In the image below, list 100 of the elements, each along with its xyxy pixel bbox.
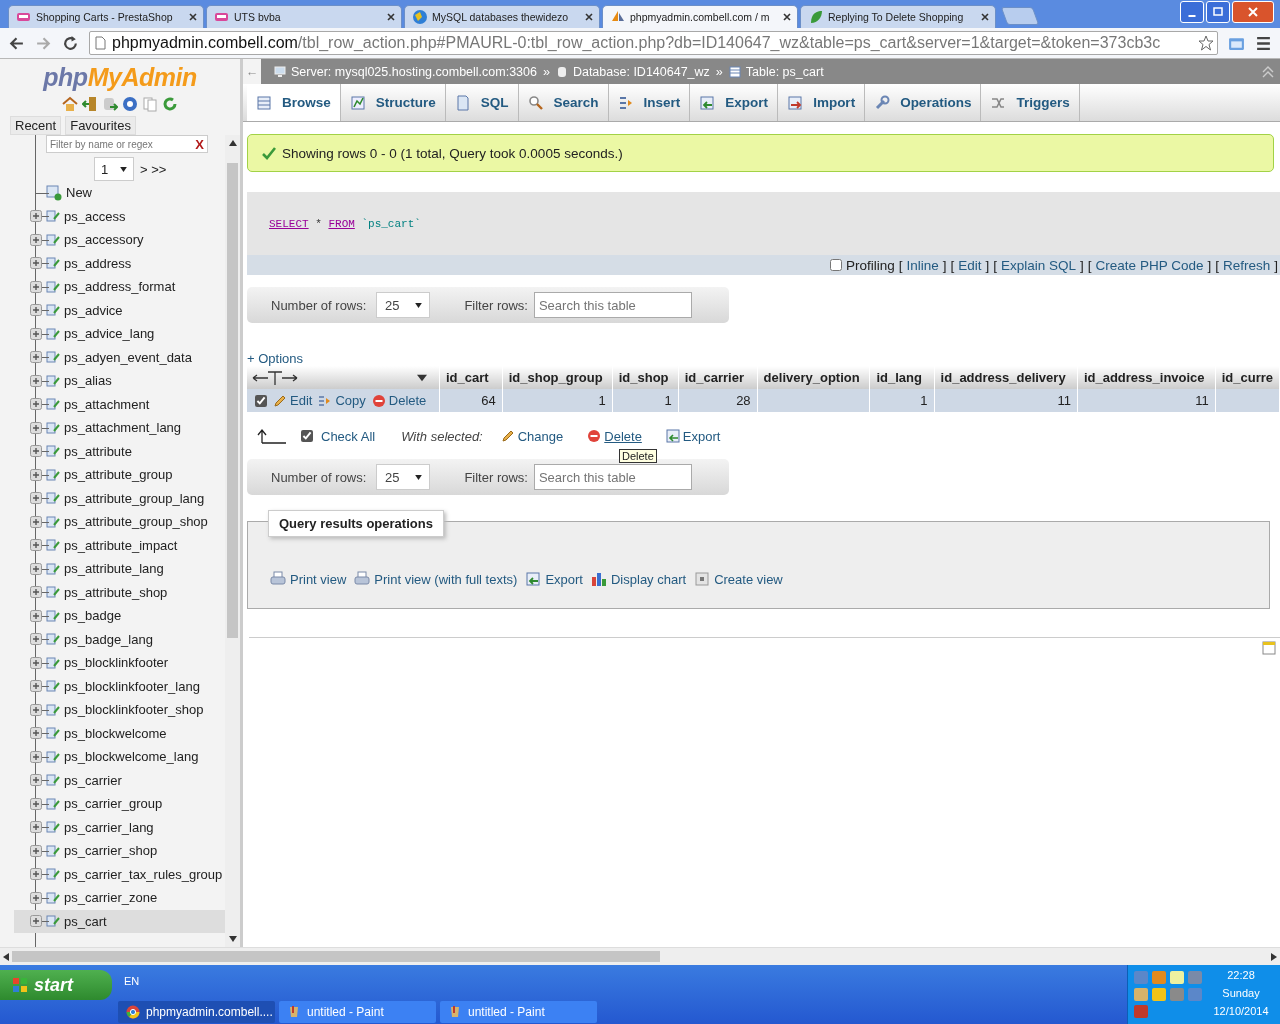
expand-icon[interactable] [30, 891, 42, 904]
exit-icon[interactable] [82, 96, 98, 112]
scrollbar[interactable] [225, 135, 240, 947]
table-icon[interactable] [46, 420, 60, 435]
column-header[interactable]: id_carrier [678, 366, 758, 389]
expand-icon[interactable] [30, 210, 42, 223]
scroll-right-icon[interactable] [1271, 952, 1277, 961]
operation-link[interactable]: Create view [694, 571, 783, 587]
tree-item[interactable]: ps_adyen_event_data [14, 345, 225, 369]
menu-tab[interactable]: Export [690, 84, 779, 121]
row-action-link[interactable]: Edit [273, 393, 313, 408]
sidebar-tab[interactable]: Recent [10, 116, 62, 135]
table-icon[interactable] [46, 514, 60, 529]
breadcrumb-link[interactable]: Server: mysql025.hosting.combell.com:3306 [291, 64, 537, 79]
table-icon[interactable] [46, 655, 60, 670]
close-icon[interactable] [188, 12, 198, 22]
next-page-link[interactable]: > >> [140, 161, 167, 177]
table-icon[interactable] [46, 820, 60, 835]
column-header[interactable]: id_address_delivery [934, 366, 1078, 389]
column-header[interactable]: delivery_option [757, 366, 870, 389]
browser-tab[interactable]: Shopping Carts - PrestaShop [8, 5, 204, 28]
table-icon[interactable] [46, 773, 60, 788]
breadcrumb-link[interactable]: Table: ps_cart [745, 64, 824, 79]
sidebar-tab[interactable]: Favourites [65, 116, 136, 135]
menu-tab[interactable]: Search [518, 84, 609, 121]
expand-icon[interactable] [30, 280, 42, 293]
tree-item[interactable]: ps_badge [14, 604, 225, 628]
rows-select[interactable]: 25 [376, 464, 431, 490]
table-icon[interactable] [46, 890, 60, 905]
scroll-up-icon[interactable] [228, 140, 237, 146]
row-action-link[interactable]: Copy [318, 393, 366, 408]
tree-item[interactable]: ps_attribute_group_shop [14, 510, 225, 534]
table-icon[interactable] [46, 679, 60, 694]
tree-item[interactable]: ps_attribute_shop [14, 580, 225, 604]
expand-icon[interactable] [30, 562, 42, 575]
close-icon[interactable] [980, 12, 990, 22]
collapse-icon[interactable] [1262, 65, 1274, 78]
scroll-down-icon[interactable] [228, 936, 237, 942]
close-button[interactable] [1232, 1, 1274, 23]
tree-item[interactable]: ps_blockwelcome_lang [14, 745, 225, 769]
menu-tab[interactable]: SQL [445, 84, 519, 121]
operation-link[interactable]: Print view [270, 571, 347, 587]
column-arrows-icon[interactable] [251, 369, 299, 386]
table-icon[interactable] [46, 397, 60, 412]
options-link[interactable]: + Options [247, 351, 303, 366]
table-icon[interactable] [46, 561, 60, 576]
tree-item[interactable]: ps_access [14, 204, 225, 228]
tree-item[interactable]: ps_carrier_lang [14, 815, 225, 839]
menu-tab[interactable]: Triggers [981, 84, 1080, 121]
expand-icon[interactable] [30, 797, 42, 810]
tree-item[interactable]: ps_attachment_lang [14, 416, 225, 440]
table-icon[interactable] [46, 491, 60, 506]
tree-item[interactable]: ps_address_format [14, 275, 225, 299]
database-icon[interactable] [102, 96, 118, 112]
tree-item[interactable]: ps_attribute_impact [14, 533, 225, 557]
tree-item[interactable]: ps_attribute_group_lang [14, 486, 225, 510]
expand-icon[interactable] [30, 844, 42, 857]
expand-icon[interactable] [30, 680, 42, 693]
tree-item[interactable]: ps_carrier_group [14, 792, 225, 816]
filter-field[interactable]: Filter by name or regex X [46, 135, 208, 153]
profiling-checkbox[interactable] [829, 259, 842, 271]
taskbar-button[interactable]: phpmyadmin.combell.... [118, 1001, 275, 1023]
tree-item[interactable]: ps_address [14, 251, 225, 275]
tree-item[interactable]: ps_accessory [14, 228, 225, 252]
expand-icon[interactable] [30, 727, 42, 740]
column-header[interactable]: id_address_invoice [1077, 366, 1216, 389]
expand-icon[interactable] [30, 257, 42, 270]
close-icon[interactable] [584, 12, 594, 22]
expand-icon[interactable] [30, 304, 42, 317]
menu-tab[interactable]: Operations [865, 84, 982, 121]
column-header[interactable]: id_shop [612, 366, 679, 389]
operation-link[interactable]: Export [525, 571, 583, 587]
table-icon[interactable] [46, 726, 60, 741]
tree-item[interactable]: ps_attribute_lang [14, 557, 225, 581]
tree-item[interactable]: ps_cart [14, 909, 225, 933]
menu-tab[interactable]: Import [778, 84, 866, 121]
expand-icon[interactable] [30, 539, 42, 552]
table-icon[interactable] [46, 632, 60, 647]
language-indicator[interactable]: EN [124, 975, 1127, 987]
dropdown-icon[interactable] [417, 372, 427, 383]
table-icon[interactable] [46, 303, 60, 318]
star-icon[interactable] [1198, 35, 1214, 51]
column-header[interactable]: id_shop_group [502, 366, 613, 389]
table-icon[interactable] [46, 608, 60, 623]
expand-icon[interactable] [30, 656, 42, 669]
table-icon[interactable] [46, 350, 60, 365]
expand-icon[interactable] [30, 233, 42, 246]
tree-item[interactable]: ps_attribute [14, 439, 225, 463]
table-icon[interactable] [46, 373, 60, 388]
table-icon[interactable] [46, 256, 60, 271]
bulk-action-link[interactable]: Change [500, 428, 564, 444]
expand-icon[interactable] [30, 609, 42, 622]
tree-item[interactable]: ps_carrier_zone [14, 886, 225, 910]
browser-tab[interactable]: phpmyadmin.combell.com / m [602, 5, 798, 28]
tree-item[interactable]: ps_blocklinkfooter_shop [14, 698, 225, 722]
expand-icon[interactable] [30, 468, 42, 481]
check-all-link[interactable]: Check All [321, 428, 376, 444]
menu-tab[interactable]: Browse [247, 84, 341, 121]
taskbar-button[interactable]: untitled - Paint [279, 1001, 436, 1023]
table-icon[interactable] [46, 867, 60, 882]
